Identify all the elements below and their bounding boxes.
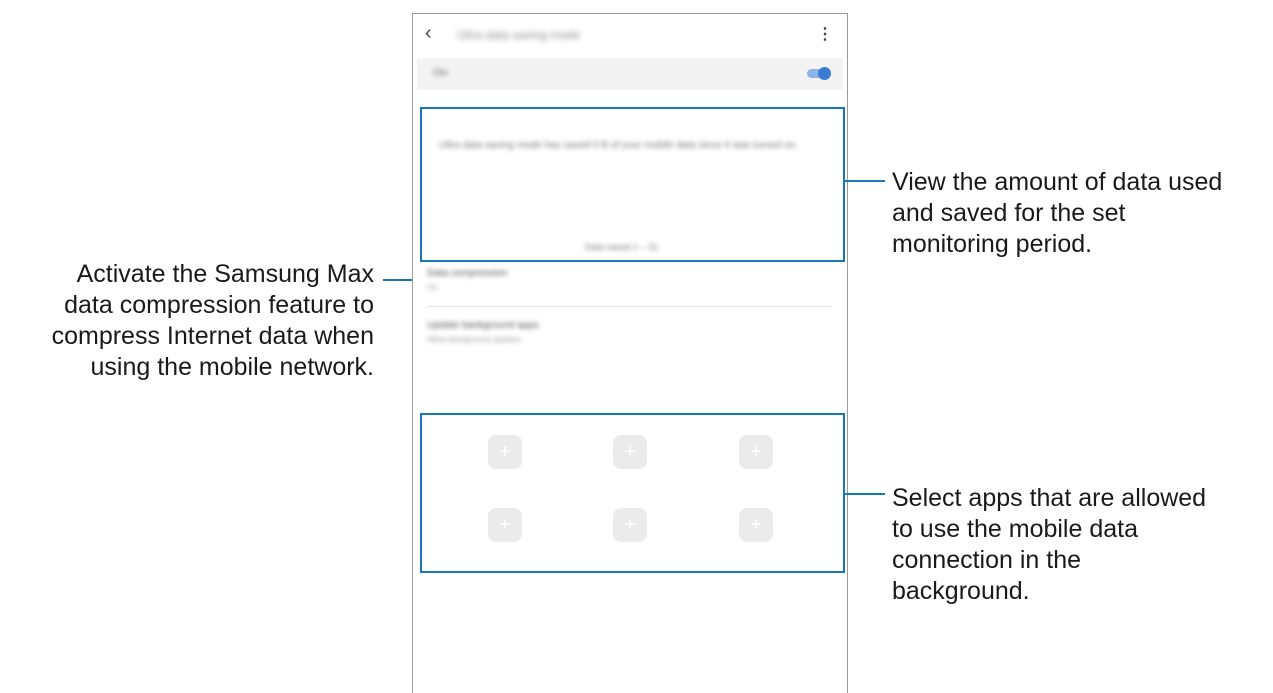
list-divider	[427, 306, 832, 307]
callout-data-compression: Activate the Samsung Max data compressio…	[0, 259, 374, 383]
add-app-button[interactable]: +	[739, 435, 773, 469]
callout-line: Activate the Samsung Max	[76, 260, 374, 288]
back-icon[interactable]: ‹	[425, 23, 432, 43]
master-toggle[interactable]	[807, 67, 831, 80]
callout-line: Select apps that are allowed	[892, 484, 1207, 512]
setting-background-updates[interactable]: Update background apps Allow background …	[427, 320, 832, 344]
more-options-icon[interactable]: ⋮	[817, 24, 833, 44]
add-app-button[interactable]: +	[488, 435, 522, 469]
callout-line: monitoring period.	[892, 230, 1093, 258]
callout-line: and saved for the set	[892, 199, 1126, 227]
callout-line: data compression feature to	[64, 291, 374, 319]
app-bar-title: Ultra data saving mode	[457, 28, 581, 42]
leader-line-left	[383, 279, 412, 281]
toggle-knob	[818, 67, 831, 80]
master-switch-row[interactable]: On	[417, 58, 843, 90]
monitoring-period[interactable]: Data saved 1 – 31	[585, 242, 658, 252]
callout-data-usage: View the amount of data used and saved f…	[892, 167, 1262, 260]
phone-screen: ‹ Ultra data saving mode ⋮ On Ultra data…	[412, 13, 848, 693]
callout-line: compress Internet data when	[51, 322, 374, 350]
add-app-button[interactable]: +	[613, 508, 647, 542]
leader-line-right-top	[845, 180, 885, 182]
callout-line: using the mobile network.	[90, 353, 374, 381]
app-bar: ‹ Ultra data saving mode ⋮	[413, 14, 847, 56]
setting-title: Data compression	[427, 268, 508, 279]
data-summary-highlight	[420, 107, 845, 262]
callout-line: View the amount of data used	[892, 168, 1223, 196]
callout-line: background.	[892, 577, 1030, 605]
leader-line-right-bottom	[845, 493, 885, 495]
add-app-button[interactable]: +	[739, 508, 773, 542]
setting-data-compression[interactable]: Data compression On	[427, 268, 832, 292]
setting-subtitle: On	[427, 283, 438, 292]
callout-line: connection in the	[892, 546, 1082, 574]
master-switch-label: On	[433, 67, 448, 79]
add-app-button[interactable]: +	[613, 435, 647, 469]
summary-description: Ultra data saving mode has saved 0 B of …	[439, 140, 799, 151]
setting-title: Update background apps	[427, 320, 539, 331]
add-app-button[interactable]: +	[488, 508, 522, 542]
callout-line: to use the mobile data	[892, 515, 1138, 543]
setting-subtitle: Allow background updates	[427, 335, 521, 344]
callout-allowed-apps: Select apps that are allowed to use the …	[892, 483, 1262, 607]
